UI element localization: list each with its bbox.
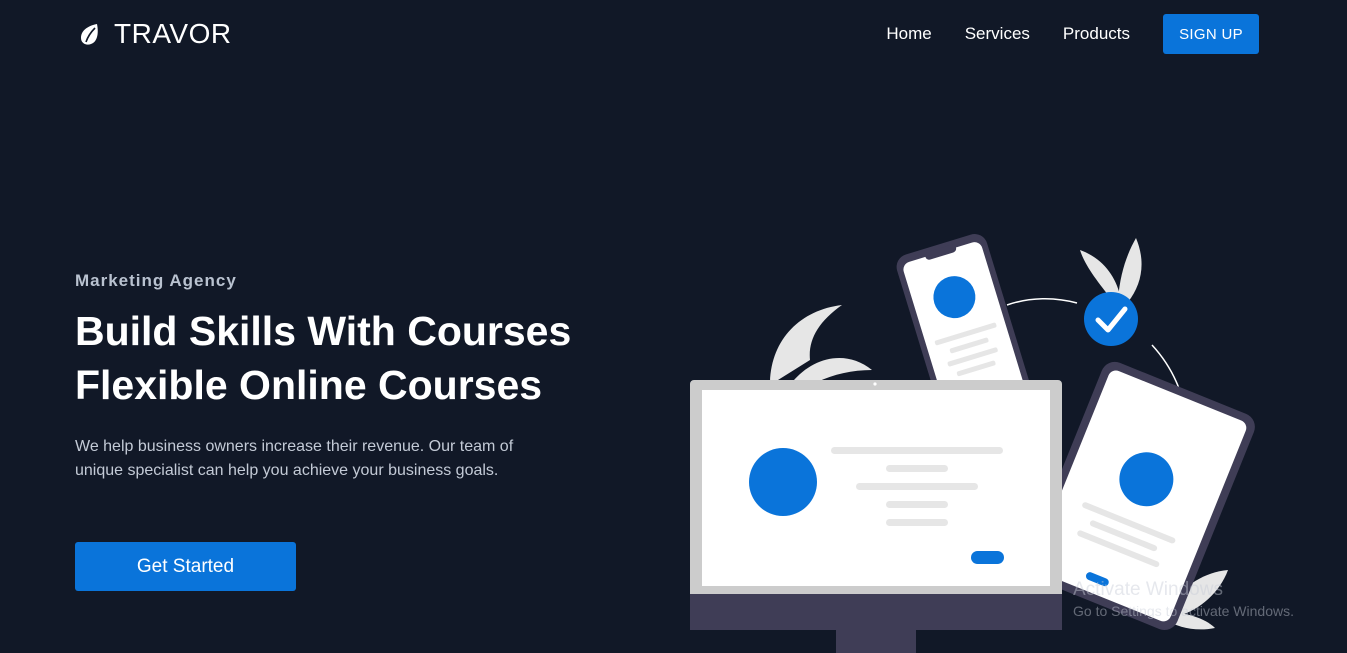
monitor-screen-button [971, 551, 1004, 564]
monitor-avatar [749, 448, 817, 516]
check-badge-icon [1084, 292, 1138, 346]
connection-arc-top [1006, 297, 1078, 306]
hero-illustration [690, 234, 1255, 653]
leaf-decoration-left [770, 305, 872, 392]
watermark-title: Activate Windows [1073, 579, 1223, 600]
windows-activation-watermark: Activate Windows Go to Settings to activ… [1073, 578, 1294, 620]
watermark-subtitle: Go to Settings to activate Windows. [1073, 603, 1294, 619]
monitor-device [690, 380, 1062, 653]
